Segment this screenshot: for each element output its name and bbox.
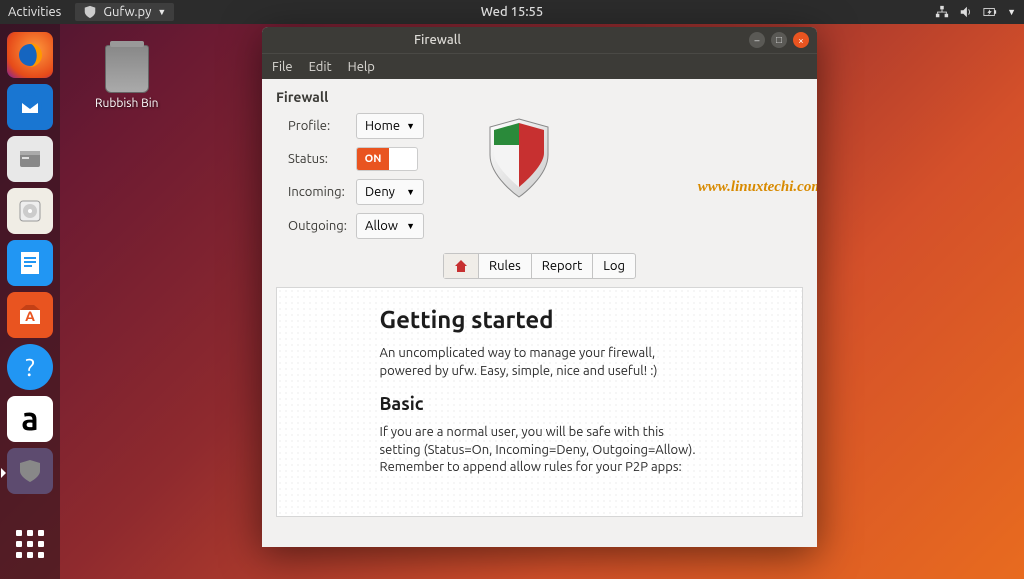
tab-report[interactable]: Report	[532, 254, 594, 278]
shield-small-icon	[83, 5, 97, 19]
clock[interactable]: Wed 15:55	[481, 5, 543, 19]
disk-utility-icon[interactable]	[7, 188, 53, 234]
tab-log[interactable]: Log	[593, 254, 635, 278]
top-bar: Activities Gufw.py ▼ Wed 15:55 ▼	[0, 0, 1024, 24]
window-title: Firewall	[414, 33, 461, 47]
help-icon[interactable]: ?	[7, 344, 53, 390]
system-menu-icon[interactable]: ▼	[1007, 7, 1016, 17]
intro-paragraph: An uncomplicated way to manage your fire…	[380, 345, 700, 380]
network-icon[interactable]	[935, 5, 949, 19]
titlebar[interactable]: Firewall – □ ×	[262, 27, 817, 53]
status-label: Status:	[276, 152, 346, 166]
chevron-down-icon: ▼	[157, 7, 166, 17]
tab-home[interactable]	[444, 254, 479, 278]
battery-icon[interactable]	[983, 5, 997, 19]
minimize-button[interactable]: –	[749, 32, 765, 48]
files-icon[interactable]	[7, 136, 53, 182]
firewall-window: Firewall – □ × File Edit Help Firewall P…	[262, 27, 817, 547]
incoming-label: Incoming:	[276, 185, 346, 199]
thunderbird-icon[interactable]	[7, 84, 53, 130]
libreoffice-writer-icon[interactable]	[7, 240, 53, 286]
tab-bar: Rules Report Log	[443, 253, 636, 279]
basic-heading: Basic	[380, 394, 700, 414]
gufw-launcher-icon[interactable]	[7, 448, 53, 494]
shield-icon	[484, 117, 554, 199]
outgoing-dropdown[interactable]: Allow ▼	[356, 213, 424, 239]
section-heading: Firewall	[276, 89, 803, 105]
chevron-down-icon: ▼	[406, 221, 415, 231]
profile-dropdown[interactable]: Home ▼	[356, 113, 424, 139]
watermark-text: www.linuxtechi.com	[698, 179, 817, 196]
firefox-icon[interactable]	[7, 32, 53, 78]
outgoing-label: Outgoing:	[276, 219, 346, 233]
maximize-button[interactable]: □	[771, 32, 787, 48]
app-menu[interactable]: Gufw.py ▼	[75, 3, 174, 21]
ubuntu-software-icon[interactable]: A	[7, 292, 53, 338]
activities-button[interactable]: Activities	[8, 5, 61, 19]
status-toggle[interactable]: ON	[356, 147, 418, 171]
amazon-icon[interactable]: a	[7, 396, 53, 442]
close-button[interactable]: ×	[793, 32, 809, 48]
basic-paragraph: If you are a normal user, you will be sa…	[380, 424, 700, 477]
incoming-dropdown[interactable]: Deny ▼	[356, 179, 424, 205]
trash-desktop-icon[interactable]: Rubbish Bin	[95, 45, 158, 110]
profile-label: Profile:	[276, 119, 346, 133]
chevron-down-icon: ▼	[406, 187, 415, 197]
chevron-down-icon: ▼	[406, 121, 415, 131]
tab-rules[interactable]: Rules	[479, 254, 532, 278]
getting-started-heading: Getting started	[380, 306, 700, 333]
menu-edit[interactable]: Edit	[309, 60, 332, 74]
trash-label: Rubbish Bin	[95, 97, 158, 110]
show-applications-button[interactable]	[7, 521, 53, 567]
trash-icon	[105, 45, 149, 93]
menubar: File Edit Help	[262, 53, 817, 79]
menu-file[interactable]: File	[272, 60, 293, 74]
home-icon	[454, 259, 468, 273]
svg-text:A: A	[25, 308, 35, 324]
volume-icon[interactable]	[959, 5, 973, 19]
app-menu-label: Gufw.py	[103, 5, 151, 19]
menu-help[interactable]: Help	[348, 60, 375, 74]
content-panel: Getting started An uncomplicated way to …	[276, 287, 803, 517]
launcher-dock: A ? a	[0, 24, 60, 579]
